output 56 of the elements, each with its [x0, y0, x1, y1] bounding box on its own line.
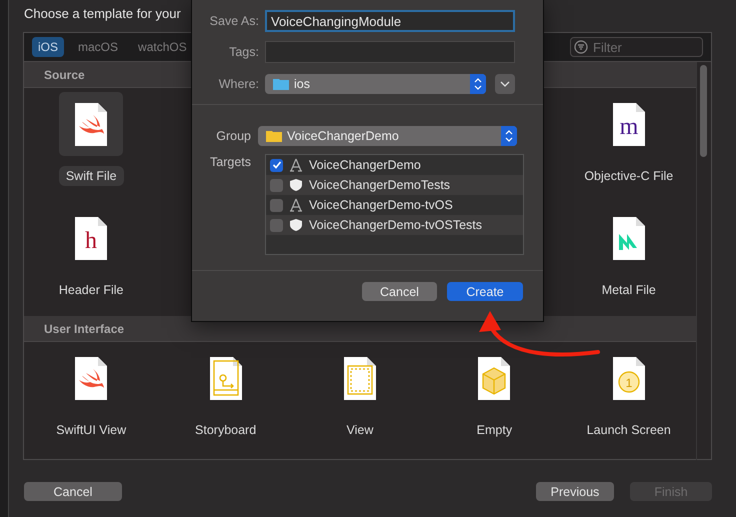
template-label[interactable]: Header File — [52, 280, 130, 300]
file-template-icon — [74, 356, 108, 400]
dialog-title: Choose a template for your — [24, 6, 181, 21]
target-name: VoiceChangerDemo-tvOS — [309, 198, 453, 212]
filter-field[interactable]: Filter — [570, 37, 703, 57]
where-popup[interactable]: ios — [265, 74, 486, 94]
template-label[interactable]: Metal File — [594, 280, 663, 300]
template-label[interactable]: Storyboard — [188, 420, 264, 440]
field-label: Tags: — [228, 45, 260, 59]
create-button[interactable]: Create — [447, 282, 523, 301]
app-target-icon — [289, 158, 303, 172]
footer-button[interactable]: Previous — [536, 482, 614, 501]
scrollbar-thumb[interactable] — [700, 65, 707, 157]
field-label: Targets — [209, 155, 252, 169]
tags-field[interactable] — [265, 41, 515, 63]
chevron-down-icon — [500, 81, 510, 87]
template-label[interactable]: View — [340, 420, 380, 440]
platform-tab[interactable]: watchOS — [132, 37, 193, 57]
shield-icon — [289, 178, 303, 192]
group-popup[interactable]: VoiceChangerDemo — [258, 126, 517, 146]
stepper-icon — [470, 74, 486, 94]
file-template-icon — [74, 102, 108, 146]
filter-icon — [574, 40, 588, 54]
field-label: Where: — [218, 77, 260, 91]
stepper-icon — [501, 126, 517, 146]
field-label: Save As: — [208, 14, 260, 28]
file-template-icon: h — [74, 216, 108, 260]
file-template-icon: 1 — [612, 356, 646, 400]
template-label[interactable]: Empty — [470, 420, 520, 440]
cancel-button[interactable]: Cancel — [362, 282, 437, 301]
template-label[interactable]: Swift File — [58, 166, 124, 186]
file-template-icon — [208, 356, 243, 400]
shield-icon — [289, 218, 303, 232]
folder-icon — [273, 78, 289, 90]
footer-button[interactable]: Cancel — [24, 482, 122, 501]
platform-tab[interactable]: macOS — [72, 37, 124, 57]
file-template-icon — [342, 356, 377, 400]
file-template-icon: m — [612, 102, 646, 146]
checkbox[interactable] — [270, 178, 283, 192]
target-name: VoiceChangerDemo-tvOSTests — [309, 218, 482, 232]
checkbox[interactable] — [270, 218, 283, 232]
template-label[interactable]: Launch Screen — [580, 420, 678, 440]
folder-icon — [266, 130, 282, 142]
app-target-icon — [289, 198, 303, 212]
checkbox[interactable] — [270, 198, 283, 212]
field-label: Group — [215, 129, 252, 143]
template-label[interactable]: SwiftUI View — [49, 420, 134, 440]
save-as-field[interactable]: VoiceChangingModule — [265, 10, 515, 32]
template-label[interactable]: Objective-C File — [577, 166, 680, 186]
checkbox[interactable] — [270, 158, 283, 172]
file-template-icon — [477, 356, 512, 400]
file-template-icon — [612, 216, 646, 260]
expand-button[interactable] — [495, 74, 515, 94]
target-name: VoiceChangerDemo — [309, 158, 421, 172]
platform-tab[interactable]: iOS — [32, 37, 64, 57]
target-name: VoiceChangerDemoTests — [309, 178, 450, 192]
